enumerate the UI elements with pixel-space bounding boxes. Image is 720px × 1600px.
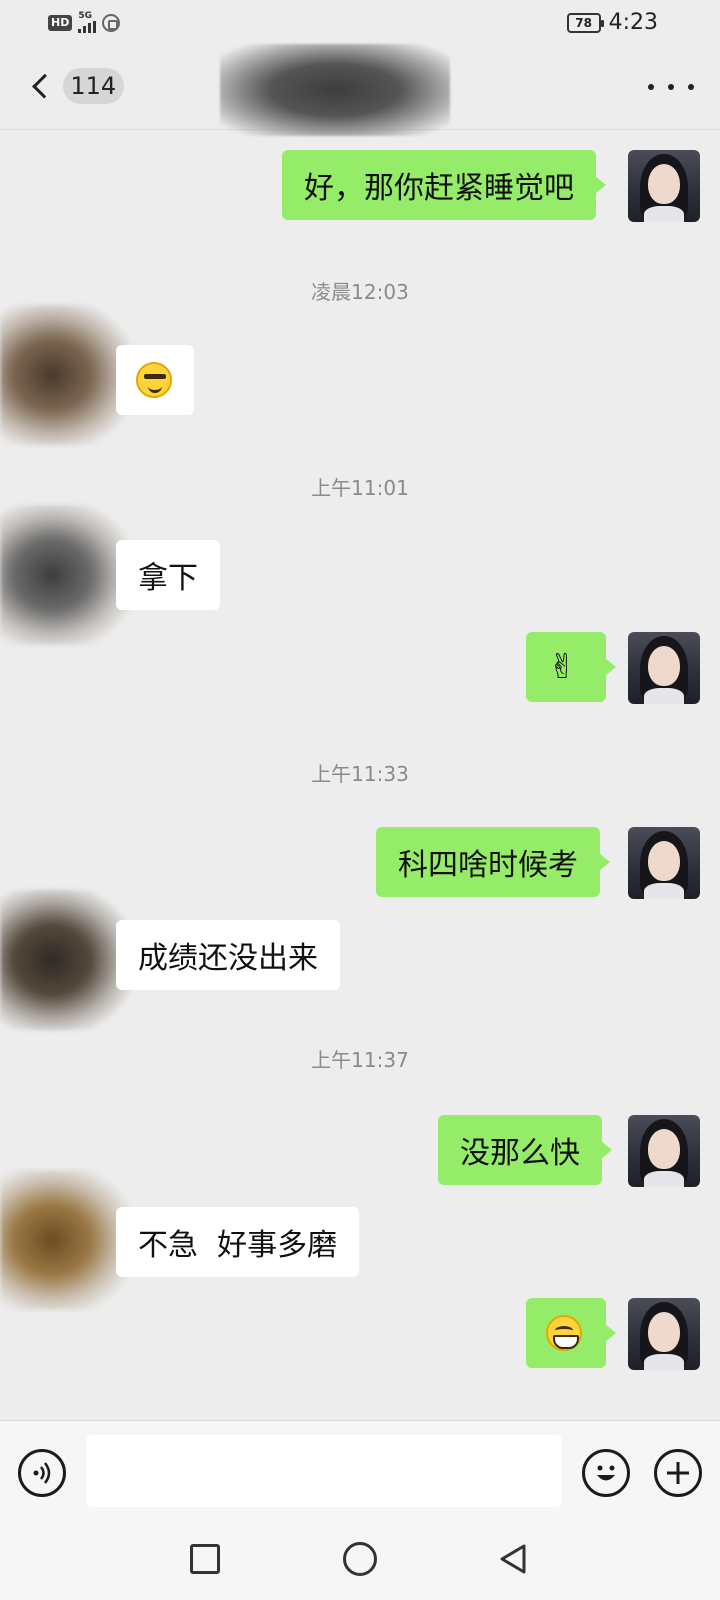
message-bubble-mine[interactable]: 科四啥时候考	[376, 827, 610, 897]
grin-emoji-icon	[546, 1315, 582, 1351]
chat-header: 114	[0, 44, 720, 136]
chat-messages[interactable]: 好，那你赶紧睡觉吧 凌晨12:03 上午11:01 拿下 ✌ 上午11:33 科…	[0, 130, 720, 1420]
message-text: 科四啥时候考	[398, 848, 578, 883]
message-timestamp: 上午11:01	[311, 476, 409, 500]
status-bar: HD 5G 78 4:23	[0, 0, 720, 44]
message-timestamp: 上午11:33	[311, 762, 409, 786]
system-back-button[interactable]	[496, 1542, 530, 1576]
contact-avatar-redacted[interactable]	[0, 1170, 130, 1310]
voice-input-button[interactable]	[18, 1449, 66, 1497]
my-avatar[interactable]	[628, 827, 700, 899]
hd-badge: HD	[48, 14, 73, 31]
clock: 4:23	[608, 10, 658, 35]
message-text: 拿下	[138, 561, 198, 596]
voice-icon	[33, 1462, 51, 1484]
battery-icon: 78	[566, 12, 604, 33]
message-timestamp: 凌晨12:03	[311, 280, 409, 304]
nfc-icon	[102, 13, 121, 32]
message-bubble-theirs[interactable]	[116, 345, 194, 415]
network-type: 5G	[78, 11, 92, 21]
message-bubble-mine[interactable]	[526, 1298, 616, 1368]
contact-avatar-redacted[interactable]	[0, 305, 130, 445]
message-timestamp: 上午11:37	[311, 1048, 409, 1072]
message-bubble-mine[interactable]: ✌	[526, 632, 616, 702]
my-avatar[interactable]	[628, 1298, 700, 1370]
message-text: 没那么快	[460, 1136, 580, 1171]
contact-avatar-redacted[interactable]	[0, 890, 130, 1030]
more-actions-button[interactable]	[654, 1449, 702, 1497]
status-left: HD 5G	[48, 11, 121, 33]
my-avatar[interactable]	[628, 1115, 700, 1187]
home-button[interactable]	[343, 1542, 377, 1576]
status-right: 78 4:23	[566, 10, 658, 35]
more-options-button[interactable]	[648, 76, 694, 98]
contact-avatar-redacted[interactable]	[0, 505, 130, 645]
message-bubble-theirs[interactable]: 拿下	[116, 540, 220, 610]
my-avatar[interactable]	[628, 632, 700, 704]
plus-icon	[667, 1462, 689, 1484]
message-text: 好，那你赶紧睡觉吧	[304, 171, 574, 206]
more-dots-icon	[648, 84, 654, 90]
chevron-left-icon	[32, 73, 57, 99]
message-bubble-mine[interactable]: 好，那你赶紧睡觉吧	[282, 150, 606, 220]
message-bubble-theirs[interactable]: 不急 好事多磨	[116, 1207, 360, 1277]
message-bubble-mine[interactable]: 没那么快	[438, 1115, 612, 1185]
signal-icon: 5G	[78, 11, 97, 33]
emoji-picker-button[interactable]	[582, 1449, 630, 1497]
back-button[interactable]: 114	[24, 64, 124, 108]
my-avatar[interactable]	[628, 150, 700, 222]
system-nav-bar	[0, 1520, 720, 1600]
message-text: 不急 好事多磨	[138, 1228, 338, 1263]
victory-hand-emoji-icon: ✌	[548, 647, 577, 687]
redacted-contact-name	[220, 44, 450, 136]
recent-apps-button[interactable]	[190, 1544, 220, 1574]
message-text: 成绩还没出来	[138, 941, 318, 976]
message-bubble-theirs[interactable]: 成绩还没出来	[116, 920, 340, 990]
message-input-bar	[0, 1420, 720, 1520]
smirk-emoji-icon	[136, 362, 172, 398]
message-input[interactable]	[86, 1435, 562, 1507]
smile-icon	[597, 1465, 615, 1481]
unread-count-badge: 114	[62, 68, 124, 104]
